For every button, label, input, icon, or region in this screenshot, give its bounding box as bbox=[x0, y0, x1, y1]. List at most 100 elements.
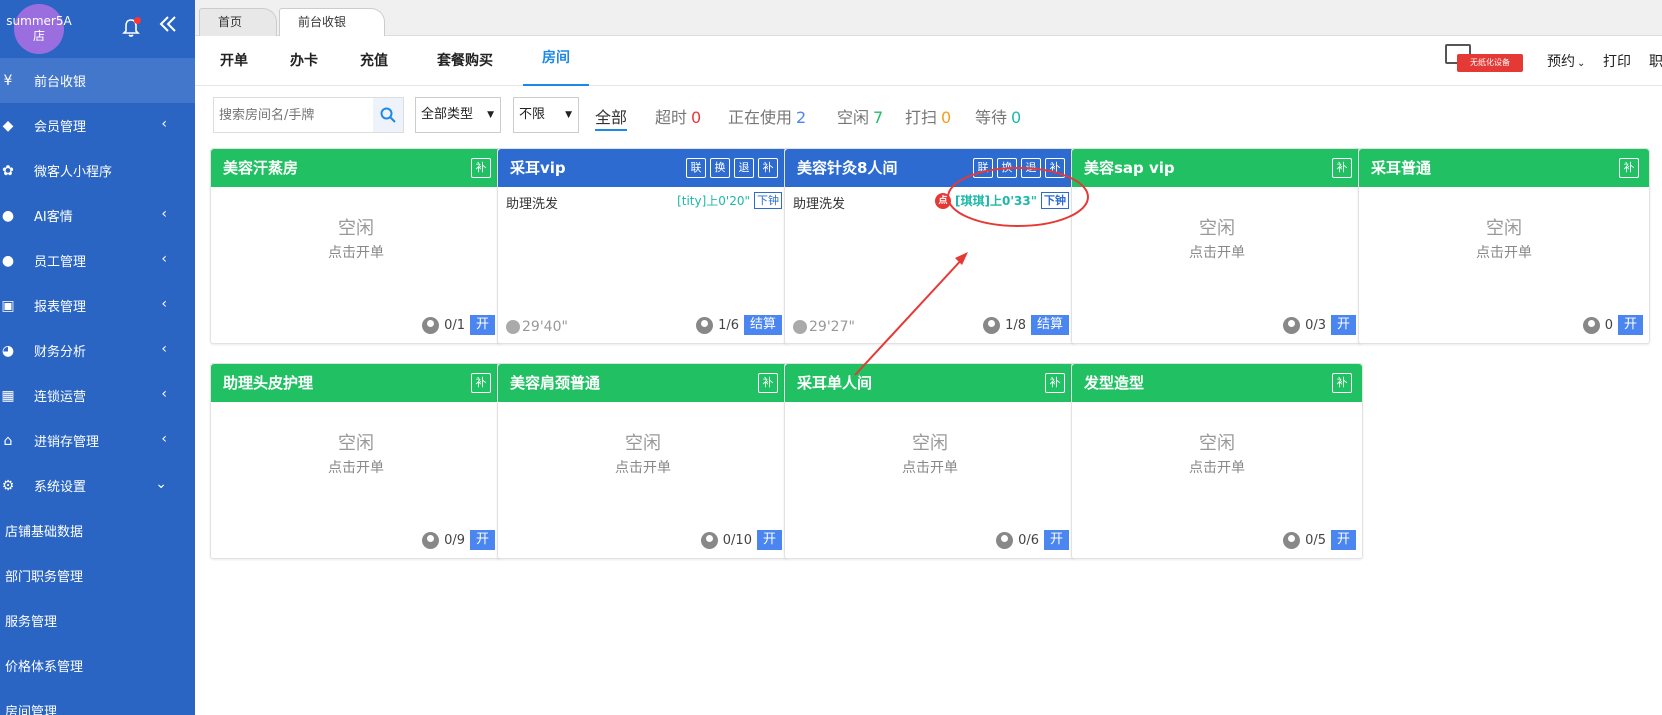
open-room-button[interactable]: 开 bbox=[756, 530, 782, 550]
open-room-button[interactable]: 开 bbox=[469, 315, 495, 335]
caret-down-icon: ▼ bbox=[565, 110, 572, 120]
sidebar-item-label: 前台收银 bbox=[34, 75, 87, 90]
sidebar-subitem-1[interactable]: 部门职务管理 bbox=[0, 553, 195, 598]
monitor-icon: ▣ bbox=[1, 297, 15, 314]
store-avatar[interactable]: summer5A店 bbox=[6, 4, 72, 54]
room-action-button[interactable]: 补 bbox=[758, 158, 778, 178]
sidebar-menu: ¥ 前台收银 ◆ 会员管理 ‹ ✿ 微客人小程序 ● AI客情 ‹ ● 员工管理 ‹ ▣ 报表管理 ‹ ◕ 财务分… bbox=[0, 58, 195, 715]
room-card[interactable]: 美容肩颈普通 补空闲 点击开单 0/10 开 bbox=[497, 363, 789, 559]
page-tab-cashier[interactable]: 前台收银 bbox=[279, 8, 385, 36]
room-open-hint[interactable]: 点击开单 bbox=[785, 457, 1075, 477]
room-card[interactable]: 美容sap vip 补空闲 点击开单 0/3 开 bbox=[1071, 148, 1363, 344]
room-action-button[interactable]: 换 bbox=[710, 158, 730, 178]
status-filter-5[interactable]: 等待 0 bbox=[975, 104, 1021, 128]
open-room-button[interactable]: 开 bbox=[1617, 315, 1643, 335]
toolbar-package[interactable]: 套餐购买 bbox=[433, 36, 497, 84]
room-name: 采耳单人间 bbox=[797, 374, 873, 392]
room-action-button[interactable]: 补 bbox=[1332, 158, 1352, 178]
room-card[interactable]: 采耳vip 联换退补助理洗发 [tity]上0'20" 下钟 29'40" 1/6 结算 bbox=[497, 148, 789, 344]
toolbar-rooms[interactable]: 房间 bbox=[523, 36, 589, 86]
status-filter-2[interactable]: 正在使用 2 bbox=[728, 104, 806, 128]
room-open-hint[interactable]: 点击开单 bbox=[1072, 457, 1362, 477]
room-card[interactable]: 采耳普通 补空闲 点击开单 0 开 bbox=[1358, 148, 1650, 344]
sidebar-subitem-label: 店铺基础数据 bbox=[5, 525, 84, 540]
room-action-button[interactable]: 补 bbox=[758, 373, 778, 393]
sidebar-subitem-4[interactable]: 房间管理 bbox=[0, 688, 195, 715]
open-room-button[interactable]: 开 bbox=[1043, 530, 1069, 550]
sidebar-subitem-2[interactable]: 服务管理 bbox=[0, 598, 195, 643]
room-action-button[interactable]: 补 bbox=[471, 158, 491, 178]
limit-select[interactable]: 不限 ▼ bbox=[513, 97, 579, 133]
room-open-hint[interactable]: 点击开单 bbox=[1359, 242, 1649, 262]
status-filter-count: 0 bbox=[1011, 108, 1022, 127]
room-card[interactable]: 美容针灸8人间 联换退补助理洗发 点 [琪琪]上0'33" 下钟 29'27" 1/8 结算 bbox=[784, 148, 1076, 344]
open-room-button[interactable]: 开 bbox=[1330, 315, 1356, 335]
room-action-button[interactable]: 退 bbox=[734, 158, 754, 178]
sidebar-item-label: 财务分析 bbox=[34, 345, 87, 360]
status-filter-0[interactable]: 全部 bbox=[595, 104, 628, 131]
sidebar-item-3[interactable]: ● AI客情 ‹ bbox=[0, 193, 195, 238]
reservation-menu[interactable]: 预约 ⌄ bbox=[1547, 51, 1585, 71]
sidebar-item-7[interactable]: ▦ 连锁运营 ‹ bbox=[0, 373, 195, 418]
status-filter-count: 0 bbox=[691, 108, 702, 127]
status-filter-1[interactable]: 超时 0 bbox=[655, 104, 701, 128]
search-button[interactable] bbox=[373, 98, 403, 132]
room-open-hint[interactable]: 点击开单 bbox=[211, 242, 501, 262]
checkout-button[interactable]: 结算 bbox=[1030, 315, 1069, 335]
room-open-hint[interactable]: 点击开单 bbox=[498, 457, 788, 477]
print-button[interactable]: 打印 bbox=[1603, 51, 1631, 71]
sidebar-item-8[interactable]: ⌂ 进销存管理 ‹ bbox=[0, 418, 195, 463]
room-card[interactable]: 采耳单人间 补空闲 点击开单 0/6 开 bbox=[784, 363, 1076, 559]
room-name: 采耳普通 bbox=[1371, 159, 1432, 177]
toolbar-more[interactable]: 职 bbox=[1649, 51, 1662, 71]
page-tab-home[interactable]: 首页 bbox=[199, 8, 277, 36]
sidebar-item-0[interactable]: ¥ 前台收银 bbox=[0, 58, 195, 103]
toolbar-open-order[interactable]: 开单 bbox=[217, 36, 251, 84]
room-action-button[interactable]: 补 bbox=[471, 373, 491, 393]
sidebar-item-1[interactable]: ◆ 会员管理 ‹ bbox=[0, 103, 195, 148]
bell-icon[interactable] bbox=[122, 17, 141, 38]
sidebar-item-2[interactable]: ✿ 微客人小程序 bbox=[0, 148, 195, 193]
paperless-device[interactable]: 无纸化设备 bbox=[1445, 44, 1525, 76]
open-room-button[interactable]: 开 bbox=[1330, 530, 1356, 550]
room-open-hint[interactable]: 点击开单 bbox=[211, 457, 501, 477]
sidebar-item-5[interactable]: ▣ 报表管理 ‹ bbox=[0, 283, 195, 328]
status-filter-3[interactable]: 空闲 7 bbox=[837, 104, 883, 128]
timer-text: [琪琪]上0'33" bbox=[955, 194, 1037, 208]
room-occupancy: 0/6 开 bbox=[996, 530, 1069, 550]
checkout-button[interactable]: 结算 bbox=[743, 315, 782, 335]
room-action-button[interactable]: 联 bbox=[686, 158, 706, 178]
sidebar-item-label: 微客人小程序 bbox=[34, 165, 113, 180]
room-type-select[interactable]: 全部类型 ▼ bbox=[415, 97, 501, 133]
user-icon bbox=[1283, 531, 1301, 549]
room-action-button[interactable]: 补 bbox=[1045, 373, 1065, 393]
sidebar-item-6[interactable]: ◕ 财务分析 ‹ bbox=[0, 328, 195, 373]
sidebar-subitem-0[interactable]: 店铺基础数据 bbox=[0, 508, 195, 553]
sidebar-subitem-3[interactable]: 价格体系管理 bbox=[0, 643, 195, 688]
toolbar-recharge[interactable]: 充值 bbox=[357, 36, 391, 84]
search-input[interactable] bbox=[214, 98, 374, 132]
open-room-button[interactable]: 开 bbox=[469, 530, 495, 550]
room-card[interactable]: 助理头皮护理 补空闲 点击开单 0/9 开 bbox=[210, 363, 502, 559]
clock-off-button[interactable]: 下钟 bbox=[1041, 192, 1069, 209]
room-card[interactable]: 美容汗蒸房 补空闲 点击开单 0/1 开 bbox=[210, 148, 502, 344]
room-card[interactable]: 发型造型 补空闲 点击开单 0/5 开 bbox=[1071, 363, 1363, 559]
sidebar-item-4[interactable]: ● 员工管理 ‹ bbox=[0, 238, 195, 283]
room-action-button[interactable]: 补 bbox=[1045, 158, 1065, 178]
room-open-hint[interactable]: 点击开单 bbox=[1072, 242, 1362, 262]
room-action-button[interactable]: 补 bbox=[1332, 373, 1352, 393]
room-action-button[interactable]: 退 bbox=[1021, 158, 1041, 178]
reservation-label: 预约 bbox=[1547, 54, 1575, 70]
room-action-button[interactable]: 换 bbox=[997, 158, 1017, 178]
limit-value: 不限 bbox=[519, 107, 546, 122]
room-action-button[interactable]: 联 bbox=[973, 158, 993, 178]
collapse-sidebar-icon[interactable] bbox=[158, 14, 178, 40]
clock-off-button[interactable]: 下钟 bbox=[754, 192, 782, 209]
user-icon bbox=[1582, 316, 1600, 334]
toolbar-card[interactable]: 办卡 bbox=[287, 36, 321, 84]
status-filter-4[interactable]: 打扫 0 bbox=[905, 104, 951, 128]
sidebar-item-9[interactable]: ⚙ 系统设置 ⌄ bbox=[0, 463, 195, 508]
room-action-button[interactable]: 补 bbox=[1619, 158, 1639, 178]
chevron-icon: ‹ bbox=[161, 431, 167, 447]
room-service: 助理洗发 bbox=[793, 197, 846, 212]
